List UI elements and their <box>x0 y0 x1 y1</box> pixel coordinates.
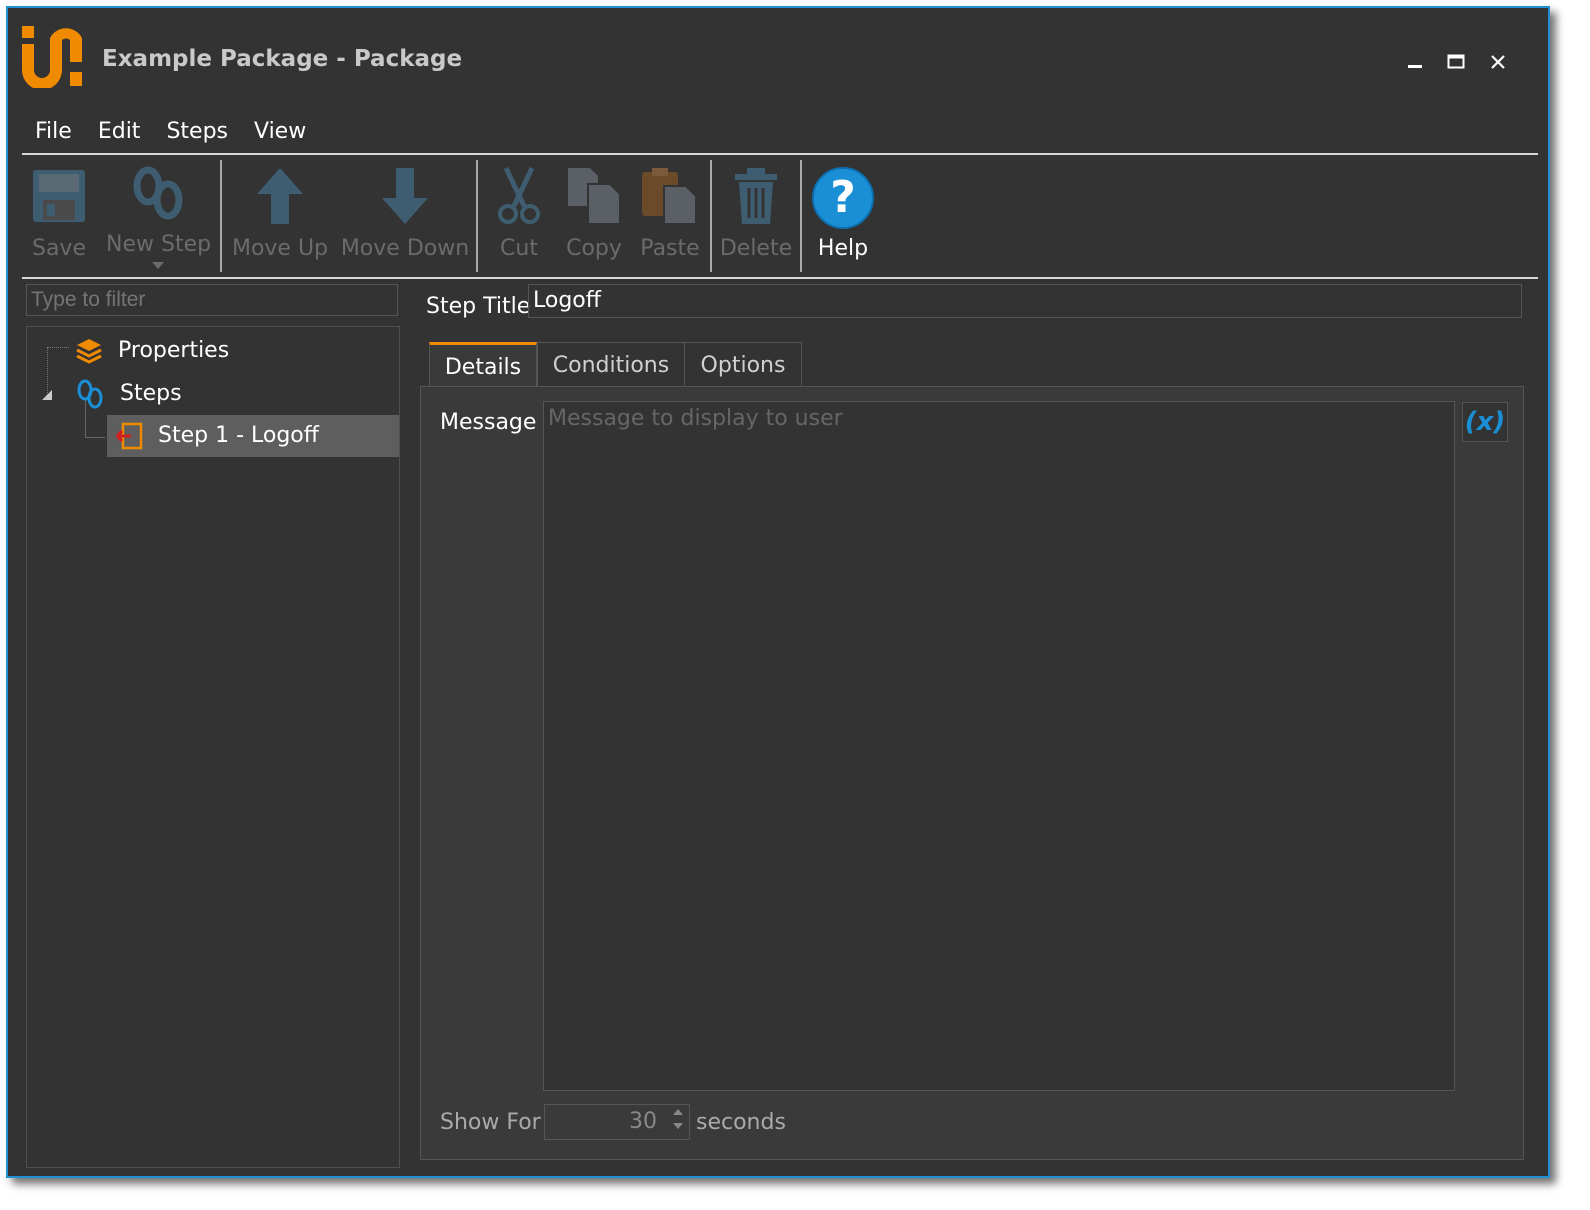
collapse-arrow-icon[interactable] <box>41 389 53 401</box>
menu-steps[interactable]: Steps <box>153 112 241 152</box>
menu-bar: File Edit Steps View <box>22 112 319 152</box>
tab-conditions[interactable]: Conditions <box>537 342 685 386</box>
tree-line <box>85 437 105 439</box>
close-button[interactable] <box>1480 44 1516 80</box>
step-title-input[interactable]: Logoff <box>528 284 1522 318</box>
new-step-label: New Step <box>106 232 212 257</box>
menu-view[interactable]: View <box>241 112 319 152</box>
copy-button[interactable]: Copy <box>562 158 626 276</box>
logoff-icon <box>115 422 143 450</box>
menu-file[interactable]: File <box>22 112 85 152</box>
dropdown-arrow-icon <box>152 262 164 269</box>
toolbar-separator <box>476 160 478 272</box>
tab-options[interactable]: Options <box>684 342 802 386</box>
tree-item-steps[interactable]: Steps <box>75 379 182 409</box>
show-for-label: Show For <box>440 1110 541 1135</box>
trash-icon <box>735 168 777 224</box>
toolbar: Save New Step Move Up Move Down Cut Copy… <box>22 158 1538 278</box>
move-up-button[interactable]: Move Up <box>228 158 332 276</box>
insert-variable-button[interactable]: (x) <box>1462 402 1508 442</box>
paste-button[interactable]: Paste <box>636 158 704 276</box>
toolbar-separator <box>710 160 712 272</box>
spin-arrows[interactable] <box>673 1107 683 1135</box>
close-icon <box>1491 55 1505 69</box>
show-for-stepper[interactable]: 30 <box>544 1104 690 1140</box>
tree-item-label: Step 1 - Logoff <box>158 423 319 448</box>
save-button[interactable]: Save <box>22 158 96 276</box>
move-down-label: Move Down <box>340 236 470 261</box>
window-title: Example Package - Package <box>102 46 463 72</box>
app-logo-icon <box>20 24 84 90</box>
maximize-button[interactable] <box>1438 44 1474 80</box>
app-window: Example Package - Package File Edit Step… <box>6 6 1550 1178</box>
tree-item-label: Properties <box>118 338 230 363</box>
cut-button[interactable]: Cut <box>488 158 550 276</box>
message-input[interactable]: Message to display to user <box>543 401 1455 1091</box>
delete-label: Delete <box>719 236 793 261</box>
help-icon: ? <box>812 167 874 229</box>
tree-line <box>47 347 49 395</box>
arrow-up-icon <box>257 168 303 224</box>
paste-icon <box>642 168 697 225</box>
step-title-label: Step Title <box>426 294 531 319</box>
spin-down-icon[interactable] <box>673 1122 683 1130</box>
toolbar-separator <box>220 160 222 272</box>
tree-item-label: Steps <box>120 381 182 406</box>
paste-label: Paste <box>640 236 700 261</box>
delete-button[interactable]: Delete <box>718 158 794 276</box>
toolbar-separator <box>800 160 802 272</box>
message-label: Message <box>440 410 537 435</box>
arrow-down-icon <box>382 168 428 224</box>
menu-divider <box>22 153 1538 155</box>
help-button[interactable]: ? Help <box>808 158 878 276</box>
tree-item-step1[interactable]: Step 1 - Logoff <box>107 415 399 457</box>
copy-label: Copy <box>566 236 622 261</box>
tree-line <box>47 347 69 349</box>
move-up-label: Move Up <box>231 236 329 261</box>
show-for-value: 30 <box>629 1109 657 1134</box>
scissors-icon <box>498 166 540 224</box>
footsteps-icon <box>77 379 103 409</box>
spin-up-icon[interactable] <box>673 1108 683 1116</box>
copy-icon <box>568 168 621 225</box>
svg-text:?: ? <box>830 172 856 223</box>
filter-input[interactable] <box>26 284 398 316</box>
properties-icon <box>76 339 102 364</box>
tree-item-properties[interactable]: Properties <box>75 337 229 365</box>
save-icon <box>33 170 85 222</box>
toolbar-divider <box>22 277 1538 279</box>
seconds-label: seconds <box>696 1110 786 1135</box>
cut-label: Cut <box>500 236 538 261</box>
footsteps-icon <box>133 166 183 220</box>
move-down-button[interactable]: Move Down <box>338 158 472 276</box>
save-label: Save <box>31 236 86 261</box>
minimize-icon <box>1408 65 1422 68</box>
menu-edit[interactable]: Edit <box>85 112 154 152</box>
maximize-icon <box>1447 54 1465 69</box>
help-label: Help <box>817 236 869 261</box>
step-tree: Properties Steps Step 1 - Logoff <box>26 326 400 1168</box>
tab-details[interactable]: Details <box>429 342 537 386</box>
minimize-button[interactable] <box>1397 44 1433 80</box>
new-step-button[interactable]: New Step <box>106 158 212 276</box>
